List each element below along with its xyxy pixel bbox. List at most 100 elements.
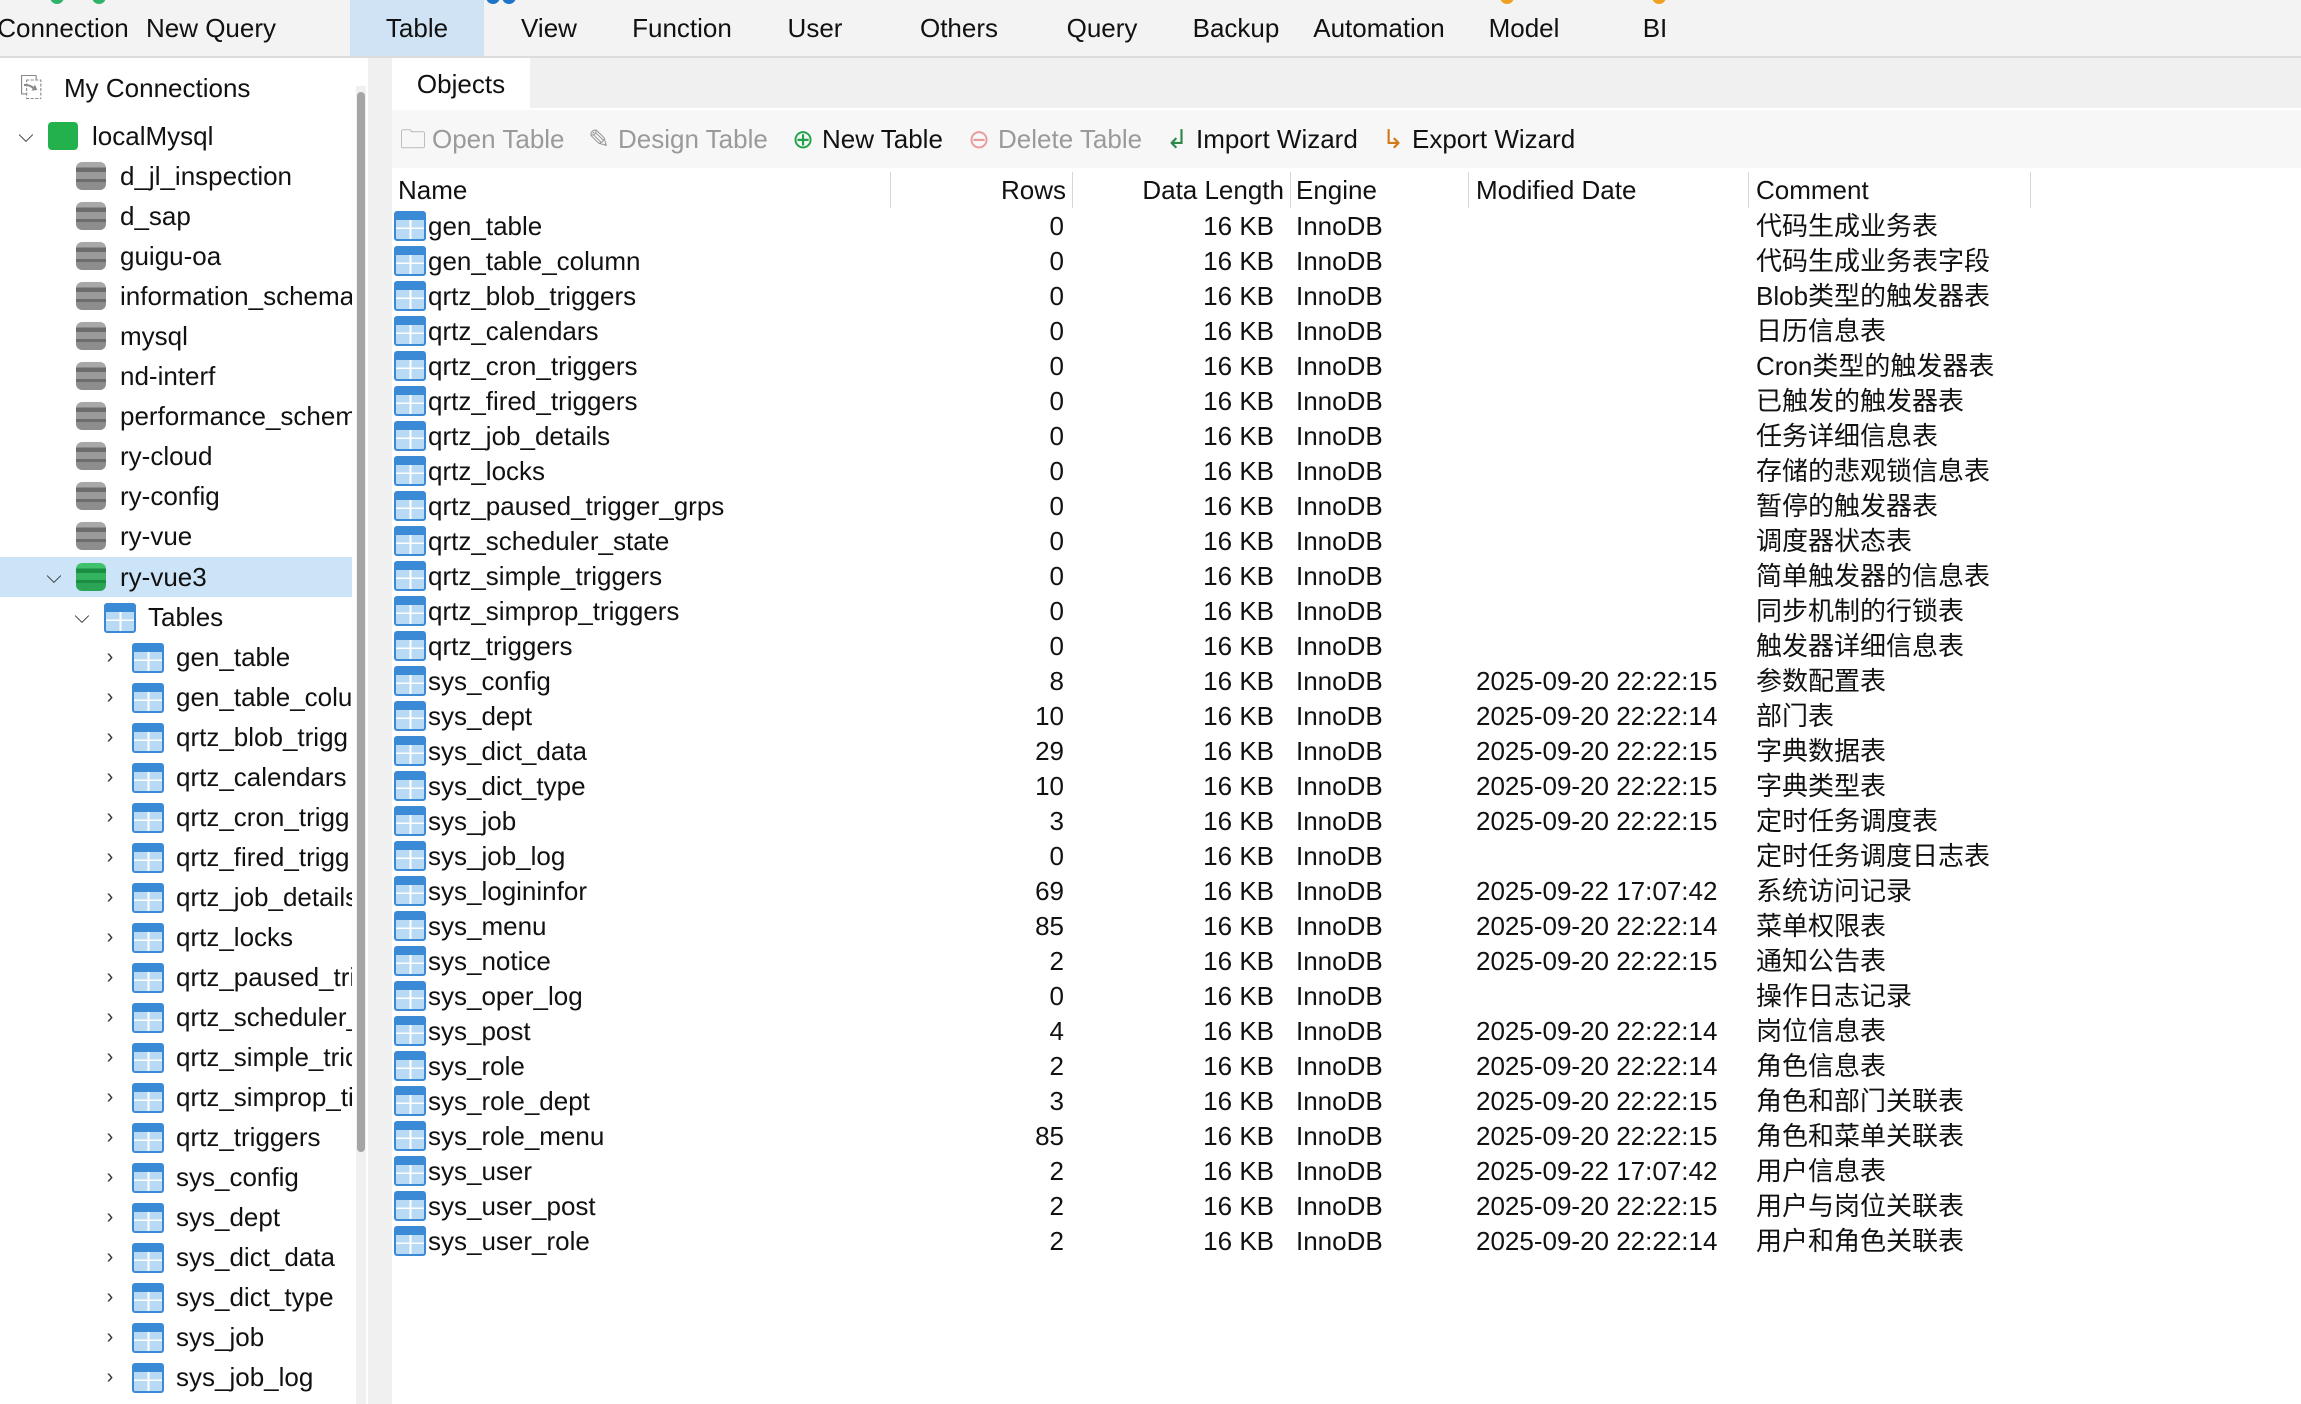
tree-tables-folder[interactable]: ⌵ Tables [0, 597, 352, 637]
tree-table-item[interactable]: › sys_job [0, 1317, 352, 1357]
chevron-right-icon[interactable]: › [100, 1277, 120, 1317]
chevron-right-icon[interactable]: › [100, 1317, 120, 1357]
column-header-comment[interactable]: Comment [1756, 172, 1869, 208]
chevron-down-icon[interactable]: ⌵ [44, 557, 64, 597]
tree-table-item[interactable]: › gen_table [0, 637, 352, 677]
ribbon-bi-button[interactable]: BI [1620, 0, 1690, 56]
column-separator[interactable] [890, 172, 891, 208]
table-row[interactable]: gen_table 0 16 KB InnoDB 代码生成业务表 [392, 209, 2032, 244]
table-row[interactable]: sys_role 2 16 KB InnoDB 2025-09-20 22:22:14 角… [392, 1049, 2032, 1084]
panel-divider[interactable] [368, 58, 392, 1404]
tree-table-item[interactable]: › qrtz_fired_trigg [0, 837, 352, 877]
tree-table-item[interactable]: › qrtz_locks [0, 917, 352, 957]
chevron-right-icon[interactable]: › [100, 677, 120, 717]
ribbon-model-button[interactable]: Model [1476, 0, 1572, 56]
chevron-right-icon[interactable]: › [100, 717, 120, 757]
chevron-right-icon[interactable]: › [100, 1237, 120, 1277]
table-row[interactable]: qrtz_locks 0 16 KB InnoDB 存储的悲观锁信息表 [392, 454, 2032, 489]
tree-table-item[interactable]: › qrtz_simple_tric [0, 1037, 352, 1077]
table-row[interactable]: qrtz_calendars 0 16 KB InnoDB 日历信息表 [392, 314, 2032, 349]
tree-connection-localmysql[interactable]: ⌵ localMysql [0, 116, 352, 156]
chevron-down-icon[interactable]: ⌵ [72, 597, 92, 637]
chevron-right-icon[interactable]: › [100, 1157, 120, 1197]
tree-database-ry-vue3[interactable]: ⌵ ry-vue3 [0, 557, 352, 597]
column-separator[interactable] [1748, 172, 1749, 208]
ribbon-others-button[interactable]: Others [906, 0, 1012, 56]
tree-my-connections[interactable]: ⎘ My Connections [0, 68, 352, 108]
import-wizard-button[interactable]: ↲ Import Wizard [1162, 110, 1358, 168]
table-row[interactable]: qrtz_fired_triggers 0 16 KB InnoDB 已触发的触发器表 [392, 384, 2032, 419]
tree-database-item[interactable]: performance_schem [0, 396, 352, 436]
tree-table-item[interactable]: › sys_dept [0, 1197, 352, 1237]
ribbon-connection-button[interactable]: Connection [0, 0, 132, 56]
table-row[interactable]: sys_role_dept 3 16 KB InnoDB 2025-09-20 22:2… [392, 1084, 2032, 1119]
column-separator[interactable] [1072, 172, 1073, 208]
table-row[interactable]: qrtz_scheduler_state 0 16 KB InnoDB 调度器状态表 [392, 524, 2032, 559]
table-row[interactable]: qrtz_job_details 0 16 KB InnoDB 任务详细信息表 [392, 419, 2032, 454]
delete-table-button[interactable]: ⊖ Delete Table [964, 110, 1142, 168]
chevron-right-icon[interactable]: › [100, 917, 120, 957]
ribbon-new-query-button[interactable]: New Query [138, 0, 284, 56]
tree-database-item[interactable]: ry-cloud [0, 436, 352, 476]
table-row[interactable]: gen_table_column 0 16 KB InnoDB 代码生成业务表字段 [392, 244, 2032, 279]
chevron-right-icon[interactable]: › [100, 1357, 120, 1397]
ribbon-function-button[interactable]: Function [622, 0, 742, 56]
tree-database-item[interactable]: d_sap [0, 196, 352, 236]
column-separator[interactable] [1290, 172, 1291, 208]
table-row[interactable]: sys_post 4 16 KB InnoDB 2025-09-20 22:22:14 岗… [392, 1014, 2032, 1049]
column-header-engine[interactable]: Engine [1296, 172, 1377, 208]
ribbon-view-button[interactable]: View [504, 0, 594, 56]
chevron-right-icon[interactable]: › [100, 637, 120, 677]
ribbon-automation-button[interactable]: Automation [1306, 0, 1452, 56]
table-row[interactable]: sys_logininfor 69 16 KB InnoDB 2025-09-22 17… [392, 874, 2032, 909]
tree-table-item[interactable]: › qrtz_blob_trigg [0, 717, 352, 757]
tree-table-item[interactable]: › qrtz_simprop_ti [0, 1077, 352, 1117]
table-row[interactable]: sys_job_log 0 16 KB InnoDB 定时任务调度日志表 [392, 839, 2032, 874]
column-header-data-length[interactable]: Data Length [1082, 172, 1284, 208]
table-row[interactable]: sys_job 3 16 KB InnoDB 2025-09-20 22:22:15 定时… [392, 804, 2032, 839]
ribbon-user-button[interactable]: User [768, 0, 862, 56]
tree-database-item[interactable]: guigu-oa [0, 236, 352, 276]
table-row[interactable]: sys_dict_type 10 16 KB InnoDB 2025-09-20 22:… [392, 769, 2032, 804]
tree-database-item[interactable]: mysql [0, 316, 352, 356]
chevron-right-icon[interactable]: › [100, 837, 120, 877]
tree-table-item[interactable]: › qrtz_paused_tri [0, 957, 352, 997]
ribbon-table-button[interactable]: Table [350, 0, 484, 56]
tab-objects[interactable]: Objects [392, 58, 530, 110]
column-header-rows[interactable]: Rows [900, 172, 1066, 208]
column-separator[interactable] [2030, 172, 2031, 208]
table-row[interactable]: sys_menu 85 16 KB InnoDB 2025-09-20 22:22:14… [392, 909, 2032, 944]
tree-table-item[interactable]: › qrtz_scheduler_ [0, 997, 352, 1037]
table-row[interactable]: qrtz_simprop_triggers 0 16 KB InnoDB 同步机制的行锁… [392, 594, 2032, 629]
design-table-button[interactable]: ✎ Design Table [584, 110, 768, 168]
table-row[interactable]: qrtz_paused_trigger_grps 0 16 KB InnoDB 暂停的触… [392, 489, 2032, 524]
table-row[interactable]: sys_config 8 16 KB InnoDB 2025-09-20 22:22:1… [392, 664, 2032, 699]
table-row[interactable]: qrtz_blob_triggers 0 16 KB InnoDB Blob类型的触发器… [392, 279, 2032, 314]
table-row[interactable]: sys_notice 2 16 KB InnoDB 2025-09-20 22:22:1… [392, 944, 2032, 979]
table-row[interactable]: sys_dict_data 29 16 KB InnoDB 2025-09-20 22:… [392, 734, 2032, 769]
ribbon-backup-button[interactable]: Backup [1190, 0, 1282, 56]
sidebar-scrollbar-thumb[interactable] [357, 92, 365, 1152]
tree-table-item[interactable]: › sys_job_log [0, 1357, 352, 1397]
chevron-right-icon[interactable]: › [100, 877, 120, 917]
chevron-right-icon[interactable]: › [100, 1037, 120, 1077]
tree-table-item[interactable]: › qrtz_triggers [0, 1117, 352, 1157]
chevron-right-icon[interactable]: › [100, 797, 120, 837]
chevron-right-icon[interactable]: › [100, 1197, 120, 1237]
chevron-right-icon[interactable]: › [100, 757, 120, 797]
table-row[interactable]: sys_user_role 2 16 KB InnoDB 2025-09-20 22:2… [392, 1224, 2032, 1259]
table-row[interactable]: sys_user_post 2 16 KB InnoDB 2025-09-20 22:2… [392, 1189, 2032, 1224]
chevron-right-icon[interactable]: › [100, 957, 120, 997]
column-header-name[interactable]: Name [398, 172, 467, 208]
export-wizard-button[interactable]: ↳ Export Wizard [1378, 110, 1575, 168]
tree-table-item[interactable]: › qrtz_calendars [0, 757, 352, 797]
column-header-modified-date[interactable]: Modified Date [1476, 172, 1636, 208]
table-row[interactable]: sys_dept 10 16 KB InnoDB 2025-09-20 22:22:14… [392, 699, 2032, 734]
table-row[interactable]: sys_role_menu 85 16 KB InnoDB 2025-09-20 22:… [392, 1119, 2032, 1154]
ribbon-query-button[interactable]: Query [1054, 0, 1150, 56]
chevron-down-icon[interactable]: ⌵ [16, 116, 36, 156]
tree-table-item[interactable]: › sys_config [0, 1157, 352, 1197]
open-table-button[interactable]: 🗀 Open Table [398, 110, 565, 168]
column-separator[interactable] [1468, 172, 1469, 208]
chevron-right-icon[interactable]: › [100, 1117, 120, 1157]
